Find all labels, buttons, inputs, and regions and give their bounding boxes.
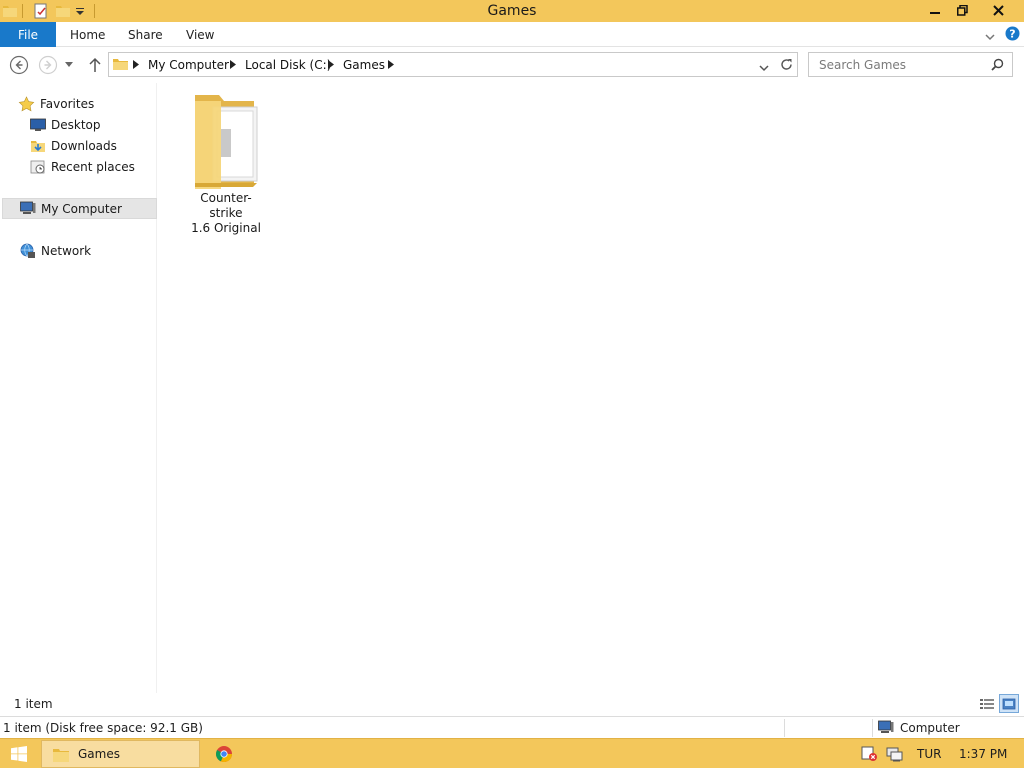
clock[interactable]: 1:37 PM [959, 747, 1007, 761]
folder-icon [191, 89, 261, 189]
window-title: Games [487, 3, 537, 19]
svg-text:?: ? [1009, 28, 1015, 41]
tab-file[interactable]: File [0, 22, 56, 47]
address-bar[interactable]: My Computer Local Disk (C:) Games [108, 52, 798, 77]
tab-home[interactable]: Home [70, 28, 105, 42]
language-indicator[interactable]: TUR [917, 747, 941, 761]
computer-icon [878, 720, 894, 735]
nav-favorites[interactable]: Favorites [18, 93, 94, 114]
folder-label: Counter-strike 1.6 Original [184, 191, 268, 236]
divider [872, 719, 873, 737]
star-icon [18, 95, 35, 112]
navigation-bar: My Computer Local Disk (C:) Games Search… [0, 47, 1024, 83]
computer-zone-label: Computer [900, 720, 960, 735]
breadcrumb-separator-icon[interactable] [230, 60, 236, 72]
breadcrumb-separator-icon[interactable] [133, 60, 139, 72]
recent-places-icon [30, 159, 46, 175]
navigation-pane: Favorites Desktop Downloads Recent place… [0, 83, 157, 693]
breadcrumb-my-computer[interactable]: My Computer [148, 58, 229, 72]
breadcrumb-games[interactable]: Games [343, 58, 385, 72]
back-button[interactable] [9, 55, 29, 75]
breadcrumb-separator-icon[interactable] [328, 60, 334, 72]
divider [784, 719, 785, 737]
nav-desktop[interactable]: Desktop [30, 114, 101, 135]
action-center-icon[interactable] [861, 746, 878, 765]
folder-label-line: 1.6 Original [191, 221, 261, 235]
network-icon [19, 243, 36, 259]
disk-free-space: 1 item (Disk free space: 92.1 GB) [3, 721, 203, 735]
title-bar: Games [0, 0, 1024, 22]
breadcrumb-local-disk[interactable]: Local Disk (C:) [245, 58, 331, 72]
large-icons-view-button[interactable] [999, 694, 1019, 713]
windows-logo-icon [11, 746, 27, 762]
help-icon[interactable]: ? [1005, 26, 1020, 44]
network-tray-icon[interactable] [886, 746, 903, 765]
search-box[interactable]: Search Games [808, 52, 1013, 77]
desktop-icon [30, 118, 46, 132]
recent-locations-icon[interactable] [62, 55, 76, 75]
nav-downloads[interactable]: Downloads [30, 135, 117, 156]
tab-view[interactable]: View [186, 28, 214, 42]
taskbar-item-games[interactable]: Games [41, 740, 200, 768]
forward-button[interactable] [38, 55, 58, 75]
folder-label-line: Counter-strike [200, 191, 252, 220]
file-list: Counter-strike 1.6 Original [158, 83, 1024, 693]
nav-downloads-label: Downloads [51, 138, 117, 153]
computer-zone: Computer [878, 720, 960, 735]
nav-my-computer-label: My Computer [41, 201, 122, 216]
expand-ribbon-icon[interactable] [985, 30, 995, 44]
refresh-icon[interactable] [780, 58, 793, 74]
minimize-button[interactable] [921, 0, 949, 20]
nav-network[interactable]: Network [19, 240, 91, 261]
status-bar: 1 item [0, 693, 1024, 715]
breadcrumb-separator-icon[interactable] [388, 60, 394, 72]
folder-item[interactable]: Counter-strike 1.6 Original [184, 89, 268, 236]
tab-share[interactable]: Share [128, 28, 163, 42]
taskbar: Games TUR 1:37 PM [0, 738, 1024, 768]
folder-icon [52, 746, 70, 763]
details-bar: 1 item (Disk free space: 92.1 GB) Comput… [0, 716, 1024, 738]
nav-desktop-label: Desktop [51, 117, 101, 132]
computer-icon [20, 201, 36, 216]
folder-icon [112, 56, 129, 75]
nav-my-computer[interactable]: My Computer [2, 198, 157, 219]
address-history-dropdown-icon[interactable] [759, 61, 769, 75]
chrome-icon [215, 745, 233, 763]
search-placeholder: Search Games [819, 58, 907, 72]
downloads-icon [30, 138, 46, 154]
nav-favorites-label: Favorites [40, 96, 95, 111]
item-count: 1 item [14, 697, 53, 711]
nav-recent-places[interactable]: Recent places [30, 156, 135, 177]
close-button[interactable] [975, 0, 1021, 20]
up-arrow-icon[interactable] [85, 55, 105, 75]
taskbar-item-label: Games [78, 747, 120, 761]
nav-recent-places-label: Recent places [51, 159, 135, 174]
nav-network-label: Network [41, 243, 92, 258]
start-button[interactable] [0, 739, 38, 769]
ribbon-tabs: File Home Share View ? [0, 22, 1024, 47]
search-icon[interactable] [991, 58, 1004, 74]
details-view-button[interactable] [977, 694, 997, 713]
restore-button[interactable] [949, 0, 975, 20]
taskbar-item-chrome[interactable] [210, 743, 238, 765]
